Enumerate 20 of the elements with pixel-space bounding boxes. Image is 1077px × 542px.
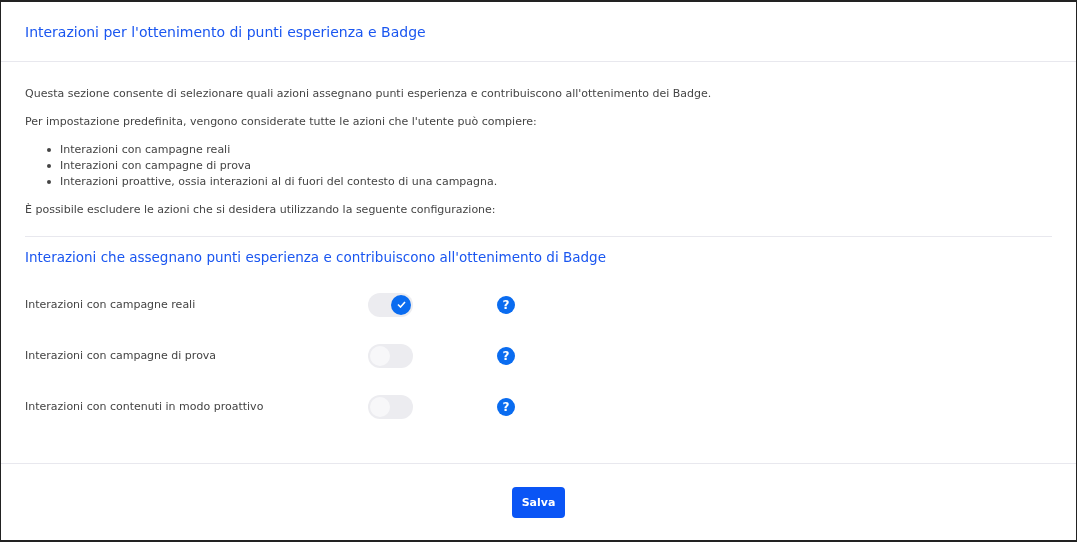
help-icon[interactable]: ? [497,346,515,365]
save-button[interactable]: Salva [512,486,565,518]
setting-label: Interazioni con campagne di prova [25,349,218,362]
check-icon [396,301,406,308]
help-icon[interactable]: ? [497,397,515,416]
setting-label: Interazioni con contenuti in modo proattivo [25,400,265,413]
description-text: Per impostazione predefinita, vengono considerate tutte le azioni che l'utente può compiere: [25,114,538,130]
description-text: Questa sezione consente di selezionare quali azioni assegnano punti esperienza e contribuiscono all'ottenimento dei Badge. [25,86,713,102]
help-icon[interactable]: ? [497,295,515,314]
bullet-item: Interazioni con campagne reali [60,142,231,158]
setting-label: Interazioni con campagne reali [25,298,197,311]
card-title: Interazioni per l'ottenimento di punti esperienza e Badge [25,23,426,40]
bullet-item: Interazioni con campagne di prova [60,158,252,174]
bullet-icon [47,164,51,168]
note-text: È possibile escludere le azioni che si desidera utilizzando la seguente configurazione: [25,202,497,218]
toggle-switch[interactable] [368,292,413,317]
bullet-icon [47,148,51,152]
section-title: Interazioni che assegnano punti esperienza e contribuiscono all'ottenimento di Badge [25,249,607,265]
bullet-item: Interazioni proattive, ossia interazioni al di fuori del contesto di una campagna. [60,174,498,190]
bullet-icon [47,180,51,184]
